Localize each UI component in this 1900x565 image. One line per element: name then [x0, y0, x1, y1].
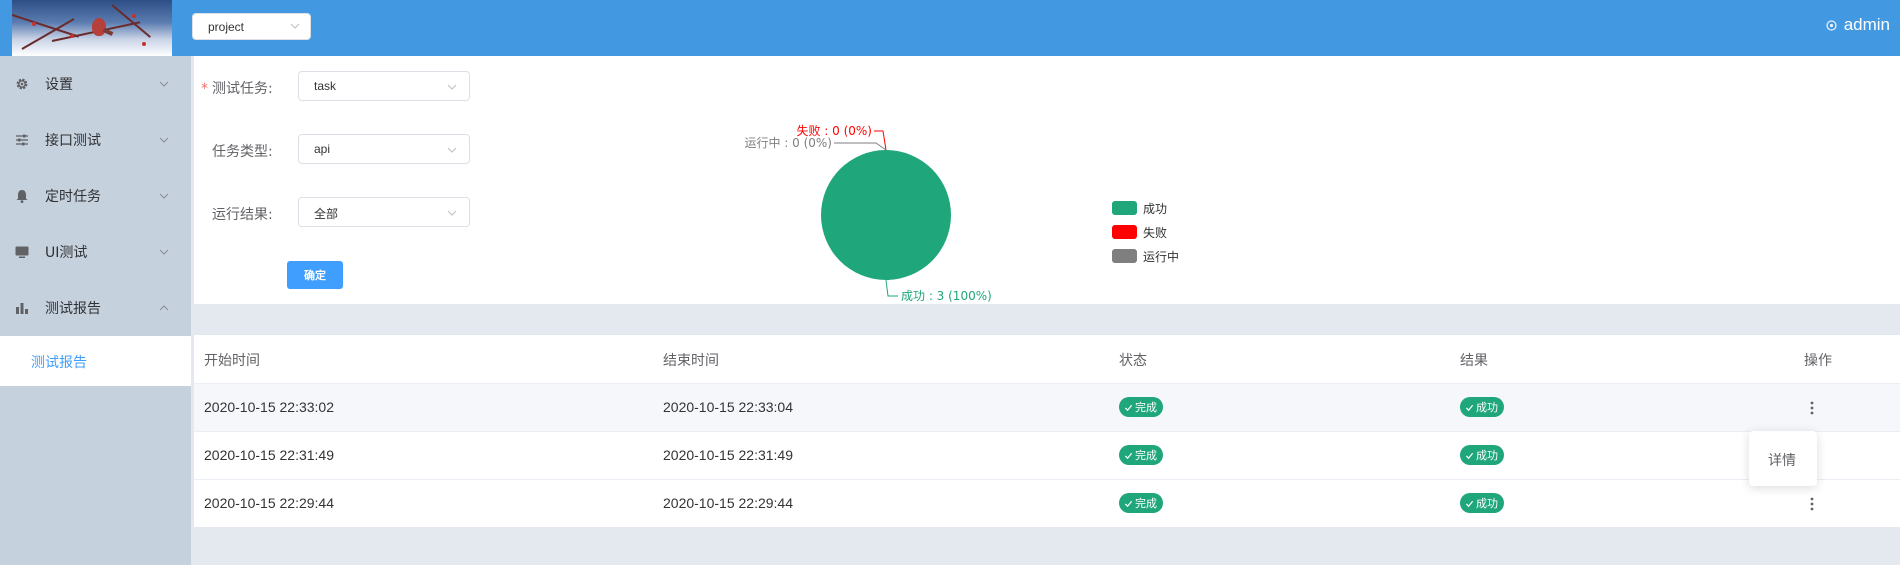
bell-icon: [16, 190, 28, 203]
form-row-task: * 测试任务: task: [194, 71, 594, 101]
check-icon: [1124, 404, 1133, 411]
check-icon: [1465, 452, 1474, 459]
chevron-down-icon: [159, 81, 169, 87]
legend-swatch-success: [1112, 201, 1137, 215]
type-select-value: api: [314, 142, 331, 156]
sidebar-item-api-test[interactable]: 接口测试: [0, 112, 191, 168]
top-header: project admin: [0, 0, 1900, 56]
report-table: 开始时间 结束时间 状态 结果 操作 2020-10-15 22:33:02 2…: [194, 335, 1900, 527]
check-icon: [1124, 500, 1133, 507]
legend-label: 成功: [1143, 201, 1168, 216]
column-header-status: 状态: [1119, 353, 1147, 369]
sidebar-item-test-report[interactable]: 测试报告: [0, 280, 191, 336]
legend-swatch-running: [1112, 249, 1137, 263]
chevron-down-icon: [447, 147, 457, 153]
pie-chart: 成功 : 3 (100%)失败 : 0 (0%)运行中 : 0 (0%): [744, 123, 992, 303]
chevron-down-icon: [159, 137, 169, 143]
column-header-actions: 操作: [1804, 353, 1832, 369]
sidebar-subitem-test-report[interactable]: 测试报告: [0, 336, 191, 386]
start-time-cell: 2020-10-15 22:29:44: [204, 495, 334, 511]
legend-label: 失败: [1143, 225, 1168, 240]
project-select[interactable]: project: [192, 13, 311, 40]
settings-icon: [1826, 19, 1837, 31]
sidebar-subitem-label: 测试报告: [31, 355, 87, 371]
sidebar-item-label: 设置: [45, 77, 73, 93]
result-badge: 成功: [1460, 397, 1504, 417]
result-label: 运行结果:: [212, 207, 273, 223]
legend-swatch-failed: [1112, 225, 1137, 239]
task-label: * 测试任务:: [201, 81, 273, 97]
logo-image: [12, 0, 172, 56]
start-time-cell: 2020-10-15 22:33:02: [204, 399, 334, 415]
user-menu[interactable]: admin: [1825, 15, 1890, 35]
sidebar-item-label: 定时任务: [45, 189, 101, 205]
task-select[interactable]: task: [298, 71, 470, 101]
filter-chart-panel: * 测试任务: task 任务类型: api 运行结果: 全部 确定 成功 : 3…: [194, 56, 1900, 304]
check-icon: [1124, 452, 1133, 459]
column-header-start-time: 开始时间: [204, 353, 260, 369]
result-select[interactable]: 全部: [298, 197, 470, 227]
form-row-type: 任务类型: api: [194, 134, 594, 164]
column-header-end-time: 结束时间: [663, 353, 719, 369]
sidebar-item-scheduled-task[interactable]: 定时任务: [0, 168, 191, 224]
pie-label-运行中: 运行中 : 0 (0%): [744, 135, 832, 150]
required-mark: *: [201, 81, 208, 97]
monitor-icon: [15, 246, 29, 258]
table-row[interactable]: 2020-10-15 22:31:49 2020-10-15 22:31:49 …: [194, 431, 1900, 479]
sidebar: 设置 接口测试 定时任务 UI测试 测试报告 测试报告: [0, 56, 191, 565]
sliders-icon: [16, 134, 28, 146]
chevron-down-icon: [159, 249, 169, 255]
end-time-cell: 2020-10-15 22:33:04: [663, 399, 793, 415]
gear-icon: [16, 78, 28, 90]
more-vertical-icon[interactable]: [1809, 400, 1815, 416]
legend-label: 运行中: [1143, 249, 1180, 264]
chart-legend: 成功 失败 运行中: [1112, 196, 1179, 268]
result-badge: 成功: [1460, 445, 1504, 465]
type-label: 任务类型:: [212, 144, 273, 160]
legend-item-running[interactable]: 运行中: [1112, 244, 1179, 268]
chevron-down-icon: [447, 84, 457, 90]
details-menu-item[interactable]: 详情: [1768, 450, 1796, 470]
chevron-down-icon: [159, 193, 169, 199]
chevron-down-icon: [290, 23, 300, 29]
type-select[interactable]: api: [298, 134, 470, 164]
end-time-cell: 2020-10-15 22:31:49: [663, 447, 793, 463]
pie-leader-line-运行中: [834, 142, 887, 151]
check-icon: [1465, 500, 1474, 507]
table-row[interactable]: 2020-10-15 22:29:44 2020-10-15 22:29:44 …: [194, 479, 1900, 527]
confirm-button[interactable]: 确定: [287, 261, 343, 289]
result-select-value: 全部: [314, 207, 339, 221]
pie-leader-line-成功: [885, 279, 898, 297]
sidebar-item-label: 接口测试: [45, 133, 101, 149]
pie-label-成功: 成功 : 3 (100%): [901, 289, 992, 303]
pie-leader-line-失败: [874, 130, 887, 151]
sidebar-item-ui-test[interactable]: UI测试: [0, 224, 191, 280]
chevron-up-icon: [159, 305, 169, 311]
result-badge: 成功: [1460, 493, 1504, 513]
sidebar-item-label: UI测试: [45, 245, 88, 261]
sidebar-item-label: 测试报告: [45, 301, 101, 317]
form-row-result: 运行结果: 全部: [194, 197, 594, 227]
start-time-cell: 2020-10-15 22:31:49: [204, 447, 334, 463]
status-badge: 完成: [1119, 493, 1163, 513]
user-name: admin: [1843, 15, 1890, 34]
more-vertical-icon[interactable]: [1809, 496, 1815, 512]
table-row[interactable]: 2020-10-15 22:33:02 2020-10-15 22:33:04 …: [194, 383, 1900, 431]
project-select-value: project: [208, 20, 245, 34]
check-icon: [1465, 404, 1474, 411]
pie-slice-成功[interactable]: [821, 150, 951, 280]
legend-item-failed[interactable]: 失败: [1112, 220, 1179, 244]
row-actions-dropdown: 详情: [1749, 431, 1817, 486]
chevron-down-icon: [447, 210, 457, 216]
bar-chart-icon: [16, 303, 28, 314]
sidebar-item-settings[interactable]: 设置: [0, 56, 191, 112]
task-select-value: task: [314, 79, 337, 93]
column-header-result: 结果: [1460, 353, 1488, 369]
end-time-cell: 2020-10-15 22:29:44: [663, 495, 793, 511]
legend-item-success[interactable]: 成功: [1112, 196, 1179, 220]
status-badge: 完成: [1119, 397, 1163, 417]
status-badge: 完成: [1119, 445, 1163, 465]
